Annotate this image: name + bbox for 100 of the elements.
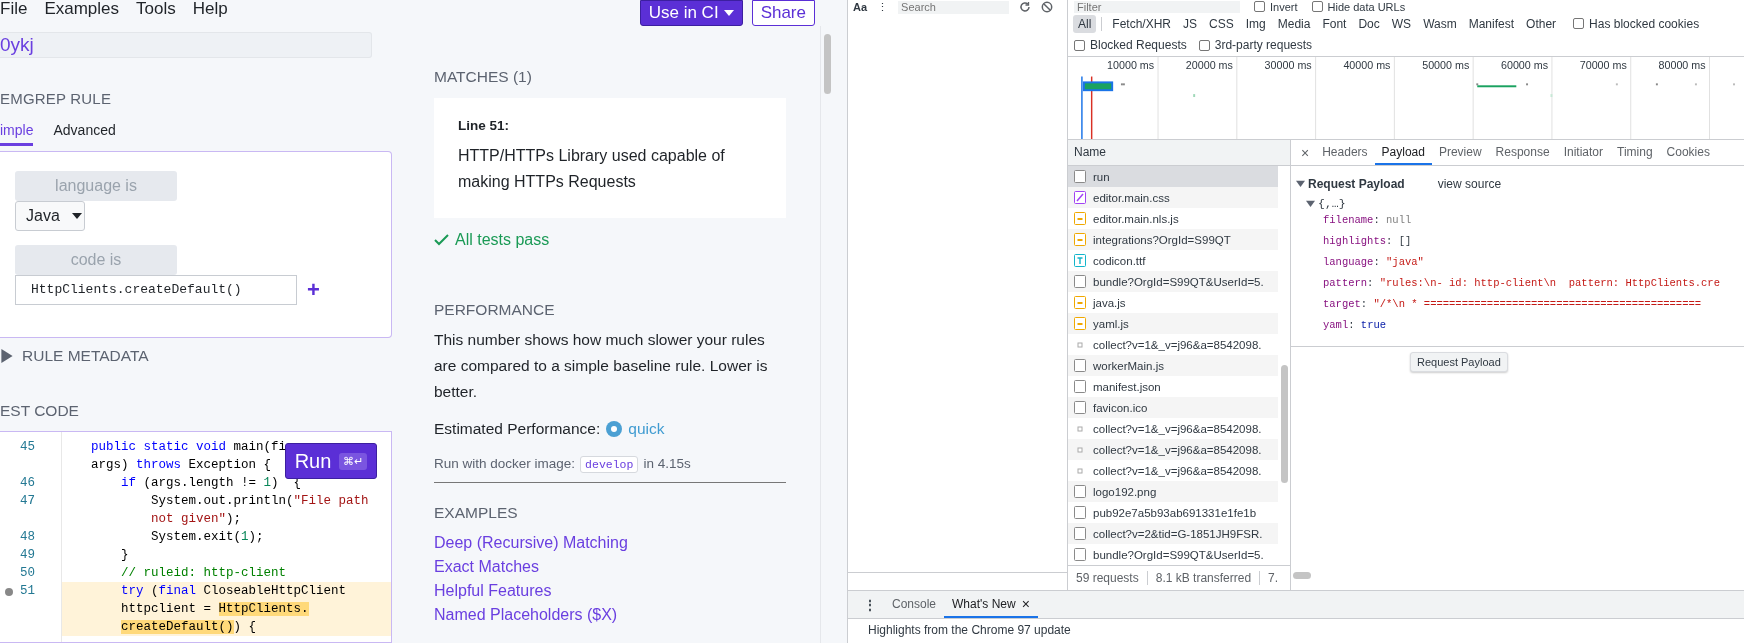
checkbox-label[interactable]: Hide data URLs [1327, 0, 1406, 13]
code-line: System.out.println("File path [150, 493, 369, 510]
drawer-tab[interactable]: Console [884, 591, 945, 618]
status-text: 8.1 kB transferred [1155, 571, 1252, 585]
request-row[interactable]: favicon.ico [1068, 397, 1278, 418]
tab[interactable]: Preview [1431, 140, 1489, 165]
request-row[interactable]: pub92e7a5b93ab691331e1fe1b [1068, 502, 1278, 523]
run-button[interactable]: Run ⌘↵ [285, 443, 377, 479]
object-preview[interactable]: {,…} [1318, 197, 1346, 210]
more-button[interactable]: ⋮ [877, 0, 889, 14]
checkbox-label[interactable]: Has blocked cookies [1589, 16, 1700, 31]
request-row[interactable]: manifest.json [1068, 376, 1278, 397]
tab[interactable]: Payload [1374, 140, 1432, 165]
menu-item[interactable]: Help [192, 0, 228, 18]
tab[interactable]: Headers [1315, 140, 1375, 165]
checkbox[interactable] [1198, 39, 1210, 51]
tab[interactable]: Cookies [1659, 140, 1717, 165]
drawer-tab[interactable]: What's New × [944, 591, 1038, 618]
script-icon [1074, 296, 1086, 309]
request-row[interactable]: editor.main.css [1068, 187, 1278, 208]
view-source-link[interactable]: view source [1437, 176, 1502, 191]
close-button[interactable]: × [1295, 140, 1316, 165]
menu-item[interactable]: Examples [44, 0, 120, 18]
request-row[interactable]: collect?v=2&tid=G-1851JH9FSR. [1068, 523, 1278, 544]
request-row[interactable]: bundle?OrgId=S99QT&UserId=5. [1068, 271, 1278, 292]
section-title: EST CODE [0, 401, 80, 421]
file-icon [1074, 170, 1086, 183]
section-title: EMGREP RULE [0, 89, 113, 109]
request-row[interactable]: run [1068, 166, 1278, 187]
expanded-triangle-icon[interactable] [1306, 199, 1315, 208]
type-filter[interactable]: Wasm [1418, 14, 1462, 33]
checkbox-label[interactable]: Invert [1270, 0, 1298, 13]
example-link[interactable]: Deep (Recursive) Matching [434, 531, 628, 555]
type-filter[interactable]: CSS [1204, 14, 1239, 33]
request-row[interactable]: logo192.png [1068, 481, 1278, 502]
clear-icon[interactable] [1041, 1, 1054, 13]
drawer-text: Highlights from the Chrome 97 update [867, 622, 1072, 637]
scrollbar-thumb[interactable] [824, 34, 831, 94]
filter-field[interactable]: Filter [1074, 0, 1240, 13]
tab[interactable]: Initiator [1556, 140, 1610, 165]
request-row[interactable]: collect?v=1&_v=j96&a=8542098. [1068, 418, 1278, 439]
request-row[interactable]: editor.main.nls.js [1068, 208, 1278, 229]
request-row[interactable]: workerMain.js [1068, 355, 1278, 376]
checkbox[interactable] [1311, 1, 1323, 12]
request-row[interactable]: integrations?OrgId=S99QT [1068, 229, 1278, 250]
request-row[interactable]: collect?v=1&_v=j96&a=8542098. [1068, 460, 1278, 481]
scrollbar-thumb[interactable] [1293, 572, 1311, 579]
type-filter[interactable]: Other [1521, 14, 1562, 33]
tab[interactable]: Advanced [53, 121, 116, 146]
checkbox-label[interactable]: 3rd-party requests [1214, 38, 1313, 52]
request-row[interactable]: bundle?OrgId=S99QT&UserId=5. [1068, 544, 1278, 565]
expanded-triangle-icon[interactable] [1296, 179, 1305, 188]
type-filter[interactable]: All [1073, 14, 1097, 33]
refresh-icon[interactable] [1019, 1, 1032, 13]
code-editor[interactable] [0, 431, 392, 643]
example-link[interactable]: Exact Matches [434, 555, 628, 579]
payload-field: filename: null [1296, 214, 1744, 235]
type-filter[interactable]: Manifest [1463, 14, 1520, 33]
request-row[interactable]: collect?v=1&_v=j96&a=8542098. [1068, 334, 1278, 355]
checkbox[interactable] [1074, 39, 1085, 51]
share-button[interactable]: Share [751, 0, 815, 26]
pattern-input[interactable]: HttpClients.createDefault() [15, 275, 297, 305]
type-filter[interactable]: Fetch/XHR [1107, 14, 1177, 33]
column-header[interactable]: Name [1068, 140, 1290, 166]
tab[interactable]: imple [0, 121, 34, 146]
scrollbar-thumb[interactable] [1281, 365, 1288, 483]
rule-name-field[interactable]: 0ykj [0, 32, 372, 58]
language-dropdown[interactable]: Java [15, 201, 85, 231]
section-header[interactable]: Request Payload [1308, 176, 1405, 191]
tab[interactable]: Response [1488, 140, 1557, 165]
collapsed-triangle-icon[interactable] [0, 349, 14, 363]
example-link[interactable]: Named Placeholders ($X) [434, 603, 628, 627]
type-filter[interactable]: Doc [1353, 14, 1385, 33]
type-filter[interactable]: Media [1272, 14, 1316, 33]
add-button[interactable]: + [307, 279, 320, 301]
caret-icon [723, 10, 734, 16]
more-button[interactable]: ⋮ [856, 591, 884, 618]
example-link[interactable]: Helpful Features [434, 579, 628, 603]
menu-item[interactable]: File [0, 0, 28, 18]
type-filter[interactable]: WS [1386, 14, 1417, 33]
type-filter[interactable]: JS [1178, 14, 1203, 33]
match-case-toggle[interactable]: Aa [853, 1, 868, 13]
request-row[interactable]: codicon.ttf [1068, 250, 1278, 271]
search-field[interactable]: Search [898, 0, 1010, 14]
match-line: Line 51: [458, 118, 510, 133]
code-line: // ruleid: http-client [120, 565, 287, 582]
line-number: 49 [20, 547, 35, 564]
tab[interactable]: Timing [1610, 140, 1660, 165]
dropdown-button[interactable]: Use in CI [639, 0, 743, 26]
checkbox[interactable] [1254, 1, 1265, 12]
request-row[interactable]: yaml.js [1068, 313, 1278, 334]
request-row[interactable]: java.js [1068, 292, 1278, 313]
rule-metadata-toggle[interactable]: RULE METADATA [0, 346, 392, 366]
menu-item[interactable]: Tools [136, 0, 176, 18]
checkbox-label[interactable]: Blocked Requests [1090, 38, 1187, 52]
checkbox[interactable] [1573, 18, 1585, 29]
type-filter[interactable]: Img [1240, 14, 1271, 33]
type-filter[interactable]: Font [1317, 14, 1352, 33]
payload-field: highlights: [] [1296, 235, 1744, 256]
request-row[interactable]: collect?v=1&_v=j96&a=8542098. [1068, 439, 1278, 460]
